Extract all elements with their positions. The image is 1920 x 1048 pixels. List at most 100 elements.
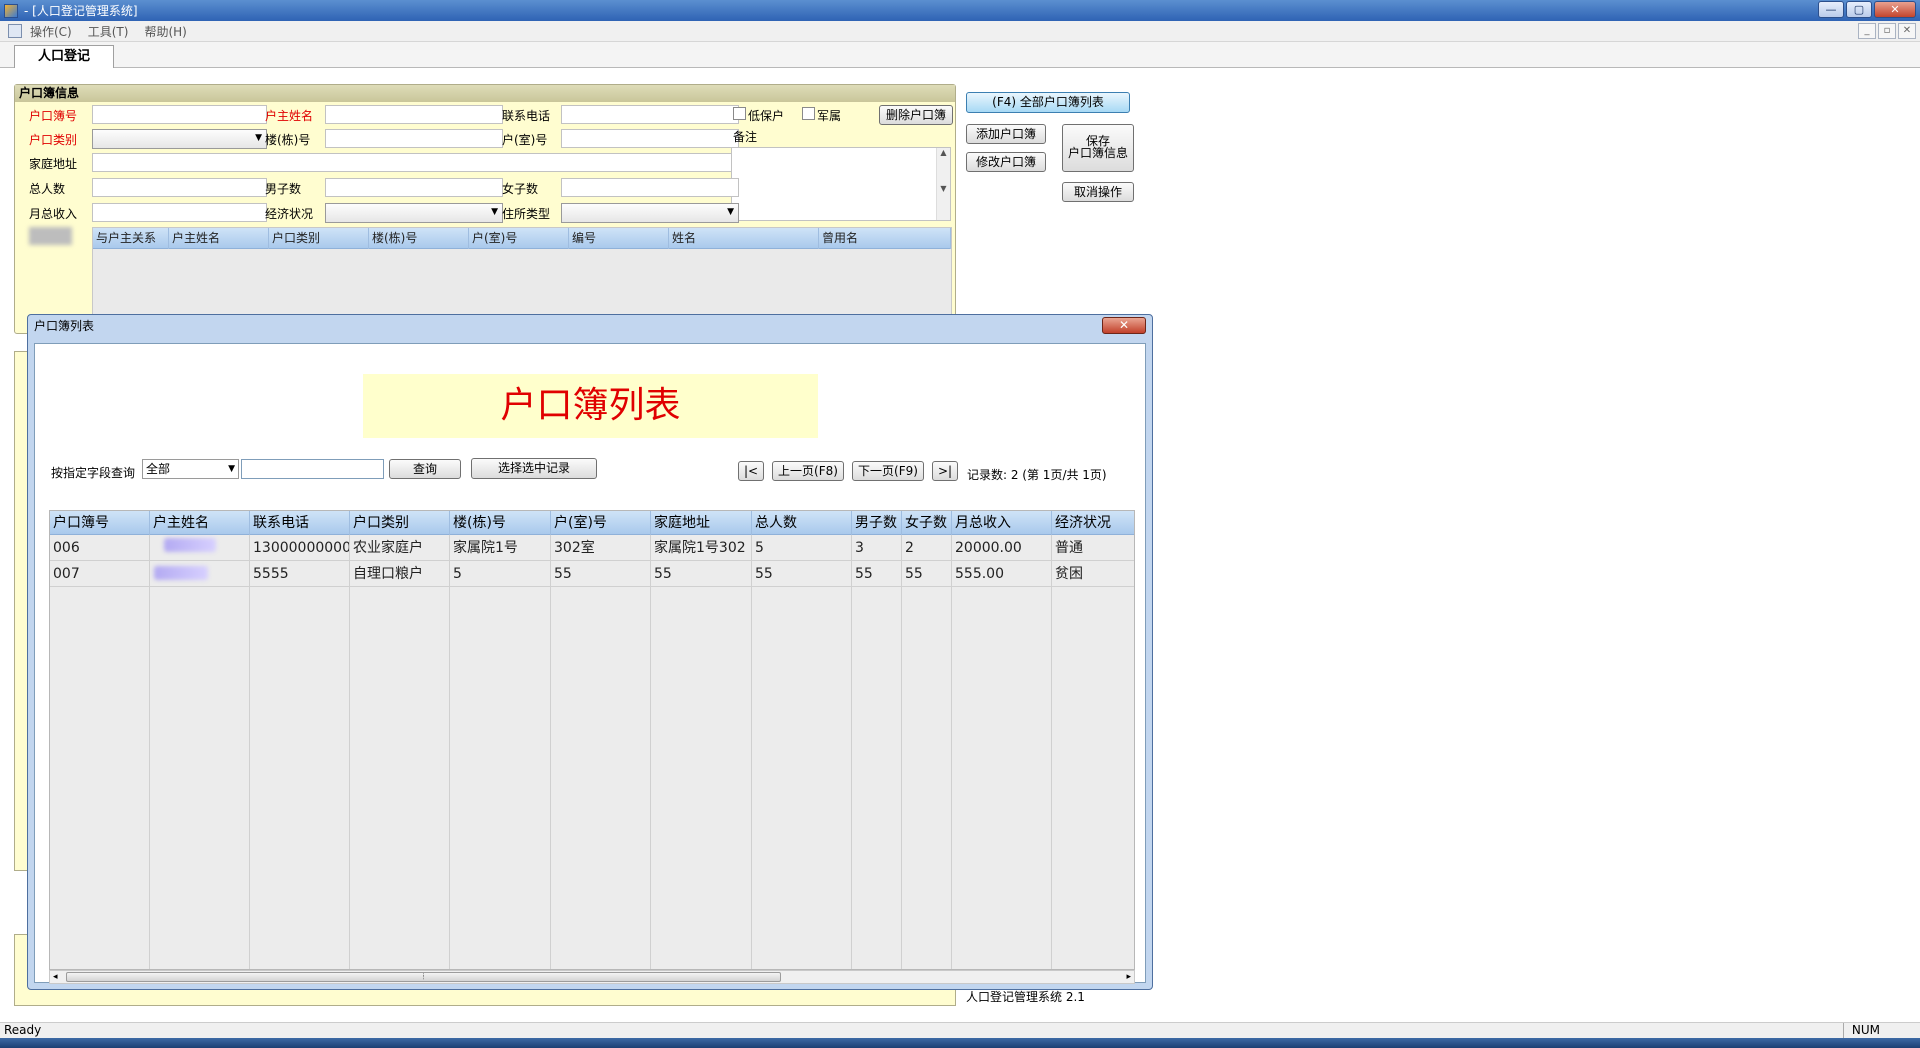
mdi-minimize-button[interactable]: _: [1858, 23, 1876, 39]
column-header[interactable]: 月总收入: [952, 511, 1052, 535]
member-grid-header: 与户主关系 户主姓名 户口类别 楼(栋)号 户(室)号 编号 姓名 曾用名: [93, 228, 951, 249]
title-bar: - [人口登记管理系统] — ▢ ✕: [0, 0, 1920, 21]
member-grid[interactable]: 与户主关系 户主姓名 户口类别 楼(栋)号 户(室)号 编号 姓名 曾用名: [92, 227, 952, 327]
column-header[interactable]: 户口类别: [350, 511, 450, 535]
head-name-field[interactable]: [325, 105, 503, 124]
first-page-button[interactable]: |<: [738, 461, 764, 481]
scroll-thumb[interactable]: ⦙: [66, 972, 781, 982]
household-grid[interactable]: 户口簿号 户主姓名 联系电话 户口类别 楼(栋)号 户(室)号 家庭地址 总人数…: [49, 510, 1135, 970]
household-list-dialog: 户口簿列表 ✕ 户口簿列表 按指定字段查询 全部 ▼ 查询 选择选中记录 |< 上…: [27, 314, 1153, 990]
query-field-select[interactable]: 全部 ▼: [142, 459, 239, 479]
remark-memo[interactable]: ▲ ▼: [731, 147, 951, 221]
cancel-operation-button[interactable]: 取消操作: [1062, 182, 1134, 202]
residence-select[interactable]: ▼: [561, 203, 739, 223]
last-page-button[interactable]: >|: [932, 461, 958, 481]
maximize-button[interactable]: ▢: [1846, 1, 1872, 18]
grid-line: [149, 535, 150, 969]
column-header[interactable]: 楼(栋)号: [450, 511, 551, 535]
column-header[interactable]: 户口簿号: [50, 511, 150, 535]
column-header[interactable]: 户主姓名: [169, 228, 269, 249]
male-label: 男子数: [265, 182, 302, 196]
cell-room: 302室: [551, 535, 651, 561]
column-header[interactable]: 联系电话: [250, 511, 350, 535]
book-type-select[interactable]: ▼: [92, 129, 267, 149]
male-field[interactable]: [325, 178, 503, 197]
cell-male: 55: [852, 561, 902, 587]
menu-tools[interactable]: 工具(T): [88, 23, 129, 40]
cell-room: 55: [551, 561, 651, 587]
address-field[interactable]: [92, 153, 739, 172]
female-field[interactable]: [561, 178, 739, 197]
close-button[interactable]: ✕: [1874, 1, 1916, 18]
column-header[interactable]: 户(室)号: [469, 228, 569, 249]
phone-field[interactable]: [561, 105, 739, 124]
document-icon[interactable]: [8, 24, 22, 38]
minimize-button[interactable]: —: [1818, 1, 1844, 18]
version-label: 人口登记管理系统 2.1: [966, 990, 1085, 1004]
column-header[interactable]: 女子数: [902, 511, 952, 535]
delete-household-button[interactable]: 删除户口簿: [879, 105, 953, 125]
column-header[interactable]: 楼(栋)号: [369, 228, 469, 249]
income-field[interactable]: [92, 203, 267, 222]
query-input[interactable]: [241, 459, 384, 479]
window-title: - [人口登记管理系统]: [24, 4, 138, 18]
list-all-households-button[interactable]: (F4) 全部户口簿列表: [966, 92, 1130, 113]
column-header[interactable]: 户(室)号: [551, 511, 651, 535]
military-label: 军属: [817, 109, 842, 123]
dropdown-arrow-icon: ▼: [491, 207, 498, 217]
table-row[interactable]: 007 5555 自理口粮户 5 55 55 55 55 55 555.00 贫…: [50, 561, 1134, 587]
column-header[interactable]: 总人数: [752, 511, 852, 535]
low-income-checkbox[interactable]: [733, 107, 746, 120]
mdi-close-button[interactable]: ✕: [1898, 23, 1916, 39]
cell-phone: 5555: [250, 561, 350, 587]
column-header[interactable]: 曾用名: [819, 228, 951, 249]
economy-select[interactable]: ▼: [325, 203, 503, 223]
cell-economy: 贫困: [1052, 561, 1134, 587]
next-page-button[interactable]: 下一页(F9): [852, 461, 924, 481]
cell-book-no: 007: [50, 561, 150, 587]
room-field[interactable]: [561, 129, 739, 148]
horizontal-scrollbar[interactable]: ◂ ⦙ ▸: [49, 970, 1135, 984]
edit-household-button[interactable]: 修改户口簿: [966, 152, 1046, 172]
column-header[interactable]: 编号: [569, 228, 669, 249]
military-checkbox[interactable]: [802, 107, 815, 120]
economy-label: 经济状况: [265, 207, 314, 221]
tab-registration[interactable]: 人口登记: [14, 45, 114, 69]
save-household-button[interactable]: 保存 户口簿信息: [1062, 124, 1134, 172]
grid-line: [751, 535, 752, 969]
grid-line: [349, 535, 350, 969]
dropdown-arrow-icon: ▼: [228, 464, 235, 474]
memo-scrollbar[interactable]: ▲ ▼: [936, 148, 950, 220]
mdi-restore-button[interactable]: ▫: [1878, 23, 1896, 39]
prev-page-button[interactable]: 上一页(F8): [772, 461, 844, 481]
building-field[interactable]: [325, 129, 503, 148]
column-header[interactable]: 与户主关系: [93, 228, 169, 249]
column-header[interactable]: 户主姓名: [150, 511, 250, 535]
add-household-button[interactable]: 添加户口簿: [966, 124, 1046, 144]
scroll-right-icon[interactable]: ▸: [1126, 971, 1131, 983]
table-row[interactable]: 006 13000000000 农业家庭户 家属院1号 302室 家属院1号30…: [50, 535, 1134, 561]
select-record-button[interactable]: 选择选中记录: [471, 458, 597, 479]
room-label: 户(室)号: [502, 133, 548, 147]
cell-total: 5: [752, 535, 852, 561]
record-count: 记录数: 2 (第 1页/共 1页): [967, 468, 1107, 482]
column-header[interactable]: 经济状况: [1052, 511, 1134, 535]
query-button[interactable]: 查询: [389, 459, 461, 479]
grid-line: [550, 535, 551, 969]
cell-male: 3: [852, 535, 902, 561]
cell-building: 5: [450, 561, 551, 587]
scroll-left-icon[interactable]: ◂: [53, 971, 58, 983]
grid-line: [249, 535, 250, 969]
menu-operation[interactable]: 操作(C): [30, 23, 72, 40]
book-no-field[interactable]: [92, 105, 267, 124]
phone-label: 联系电话: [502, 109, 551, 123]
column-header[interactable]: 户口类别: [269, 228, 369, 249]
column-header[interactable]: 姓名: [669, 228, 819, 249]
cell-phone: 13000000000: [250, 535, 350, 561]
column-header[interactable]: 家庭地址: [651, 511, 752, 535]
redacted-name: [164, 538, 216, 552]
dialog-close-button[interactable]: ✕: [1102, 317, 1146, 334]
total-field[interactable]: [92, 178, 267, 197]
column-header[interactable]: 男子数: [852, 511, 902, 535]
menu-help[interactable]: 帮助(H): [144, 23, 186, 40]
